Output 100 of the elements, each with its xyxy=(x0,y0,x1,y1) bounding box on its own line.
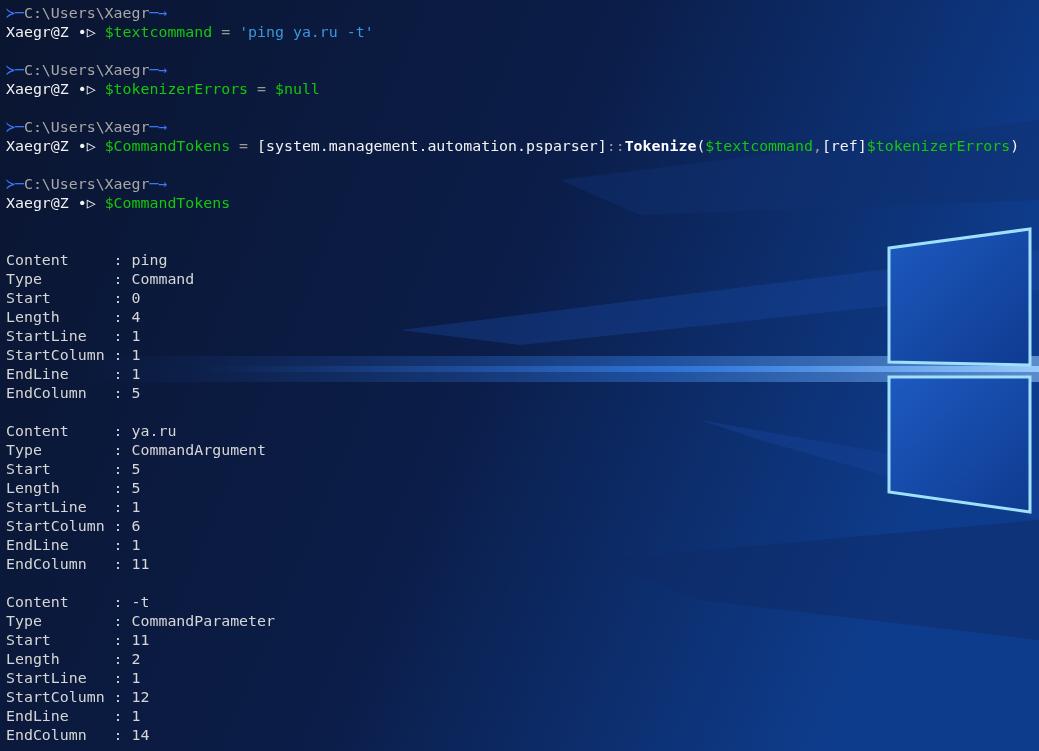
property-name: Content xyxy=(6,422,70,441)
property-name: EndLine xyxy=(6,365,70,384)
separator-dot: • xyxy=(77,194,87,212)
property-name: Start xyxy=(6,631,52,650)
prompt-arrow-icon: ≻─ xyxy=(6,175,24,193)
property-name: StartColumn xyxy=(6,346,106,365)
prompt-caret-icon: ▷ xyxy=(86,137,96,155)
separator-dot: • xyxy=(77,23,87,41)
separator-colon: : xyxy=(113,593,123,611)
separator-colon: : xyxy=(113,422,123,440)
property-value: 5 xyxy=(131,384,141,402)
property-value: Command xyxy=(131,270,195,288)
separator-colon: : xyxy=(113,308,123,326)
property-name: EndColumn xyxy=(6,384,88,403)
property-name: StartLine xyxy=(6,498,88,517)
separator-colon: : xyxy=(113,612,123,630)
property-value: 1 xyxy=(131,707,141,725)
command-text: $tokenizerErrors = $null xyxy=(104,80,320,98)
property-value: 1 xyxy=(131,365,141,383)
property-value: 5 xyxy=(131,479,141,497)
property-value: 4 xyxy=(131,308,141,326)
property-name: StartLine xyxy=(6,669,88,688)
separator-dot: • xyxy=(77,137,87,155)
separator-colon: : xyxy=(113,669,123,687)
property-name: Length xyxy=(6,479,61,498)
separator-colon: : xyxy=(113,517,123,535)
property-name: StartColumn xyxy=(6,517,106,536)
property-value: 1 xyxy=(131,327,141,345)
property-value: 11 xyxy=(131,631,150,649)
property-value: -t xyxy=(131,593,150,611)
separator-colon: : xyxy=(113,251,123,269)
separator-colon: : xyxy=(113,384,123,402)
separator-colon: : xyxy=(113,631,123,649)
path-text: C:\Users\Xaegr xyxy=(23,175,150,193)
property-value: 2 xyxy=(131,650,141,668)
command-text: $textcommand = 'ping ya.ru -t' xyxy=(104,23,374,41)
property-name: Type xyxy=(6,441,43,460)
property-value: ya.ru xyxy=(131,422,177,440)
property-name: StartLine xyxy=(6,327,88,346)
separator-colon: : xyxy=(113,498,123,516)
separator-colon: : xyxy=(113,688,123,706)
prompt-arrow-icon: ≻─ xyxy=(6,118,24,136)
property-value: 11 xyxy=(131,555,150,573)
property-value: CommandArgument xyxy=(131,441,266,459)
separator-colon: : xyxy=(113,346,123,364)
prompt-caret-icon: ▷ xyxy=(86,23,96,41)
separator-colon: : xyxy=(113,365,123,383)
property-name: EndColumn xyxy=(6,555,88,574)
command-text: $CommandTokens xyxy=(104,194,231,212)
property-name: Start xyxy=(6,460,52,479)
path-text: C:\Users\Xaegr xyxy=(23,61,150,79)
prompt-arrow-icon: ≻─ xyxy=(6,61,24,79)
prompt-arrow-icon: ─→ xyxy=(149,61,168,79)
property-value: 1 xyxy=(131,536,141,554)
separator-colon: : xyxy=(113,555,123,573)
property-value: CommandParameter xyxy=(131,612,275,630)
prompt-arrow-icon: ─→ xyxy=(149,4,168,22)
property-name: Length xyxy=(6,308,61,327)
property-value: 6 xyxy=(131,517,141,535)
separator-colon: : xyxy=(113,536,123,554)
prompt-arrow-icon: ─→ xyxy=(149,118,168,136)
prompt-caret-icon: ▷ xyxy=(86,194,96,212)
property-value: 12 xyxy=(131,688,150,706)
property-name: Type xyxy=(6,270,43,289)
user-host-text: Xaegr@Z xyxy=(6,80,69,98)
separator-colon: : xyxy=(113,707,123,725)
user-host-text: Xaegr@Z xyxy=(6,194,69,212)
separator-dot: • xyxy=(77,80,87,98)
prompt-arrow-icon: ≻─ xyxy=(6,4,24,22)
property-value: 1 xyxy=(131,498,141,516)
property-name: StartColumn xyxy=(6,688,106,707)
property-value: 0 xyxy=(131,289,141,307)
property-name: Type xyxy=(6,612,43,631)
separator-colon: : xyxy=(113,327,123,345)
separator-colon: : xyxy=(113,726,123,744)
separator-colon: : xyxy=(113,479,123,497)
property-name: EndColumn xyxy=(6,726,88,745)
property-value: 5 xyxy=(131,460,141,478)
user-host-text: Xaegr@Z xyxy=(6,137,69,155)
prompt-arrow-icon: ─→ xyxy=(149,175,168,193)
separator-colon: : xyxy=(113,441,123,459)
command-text: $CommandTokens = [system.management.automation.psparser]::Tokenize($textcommand,[ref]$tokenizerErrors) xyxy=(104,137,1020,155)
property-value: 1 xyxy=(131,346,141,364)
path-text: C:\Users\Xaegr xyxy=(23,118,150,136)
separator-colon: : xyxy=(113,460,123,478)
separator-colon: : xyxy=(113,270,123,288)
property-value: 14 xyxy=(131,726,150,744)
prompt-caret-icon: ▷ xyxy=(86,80,96,98)
property-name: Content xyxy=(6,251,70,270)
separator-colon: : xyxy=(113,650,123,668)
property-name: Length xyxy=(6,650,61,669)
property-value: ping xyxy=(131,251,168,269)
property-name: EndLine xyxy=(6,536,70,555)
property-name: Content xyxy=(6,593,70,612)
user-host-text: Xaegr@Z xyxy=(6,23,69,41)
path-text: C:\Users\Xaegr xyxy=(23,4,150,22)
property-name: EndLine xyxy=(6,707,70,726)
property-value: 1 xyxy=(131,669,141,687)
property-name: Start xyxy=(6,289,52,308)
separator-colon: : xyxy=(113,289,123,307)
